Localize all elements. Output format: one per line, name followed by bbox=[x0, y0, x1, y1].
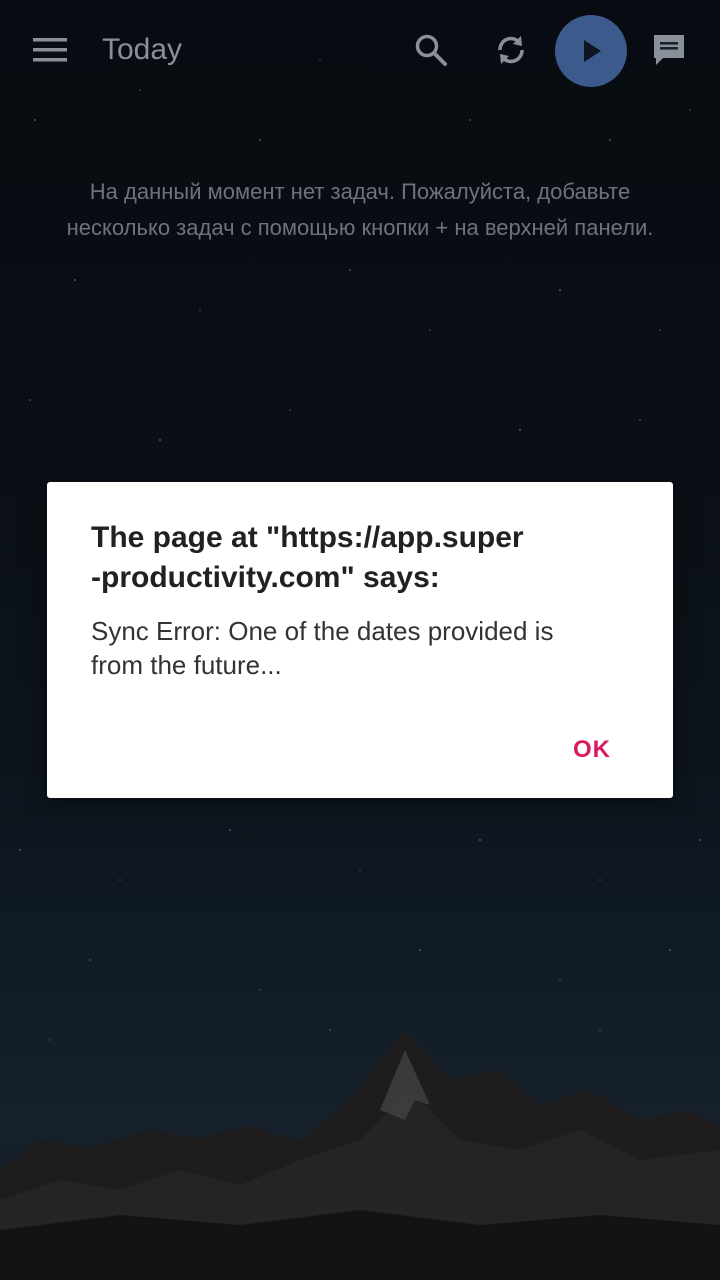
dialog-title: The page at "https://app.super -producti… bbox=[91, 518, 631, 598]
top-app-bar: Today bbox=[0, 0, 720, 100]
sync-button[interactable] bbox=[483, 22, 539, 78]
menu-icon bbox=[33, 38, 67, 62]
page-title: Today bbox=[102, 33, 183, 66]
empty-tasks-line-2: несколько задач с помощью кнопки + на ве… bbox=[66, 215, 654, 240]
play-button[interactable] bbox=[555, 15, 627, 87]
dialog-title-line-1: The page at "https://app.super bbox=[91, 521, 524, 554]
chat-icon bbox=[654, 35, 684, 65]
search-icon bbox=[415, 34, 447, 66]
dialog-title-line-2: -productivity.com" says: bbox=[91, 561, 440, 594]
empty-tasks-line-1: На данный момент нет задач. Пожалуйста, … bbox=[89, 179, 631, 204]
chat-button[interactable] bbox=[641, 22, 697, 78]
search-button[interactable] bbox=[403, 22, 459, 78]
dialog-message: Sync Error: One of the dates provided is… bbox=[91, 614, 631, 682]
alert-dialog: The page at "https://app.super -producti… bbox=[47, 482, 673, 798]
dialog-message-line-2: from the future... bbox=[91, 650, 282, 680]
sync-icon bbox=[498, 36, 524, 64]
empty-tasks-message: На данный момент нет задач. Пожалуйста, … bbox=[0, 174, 720, 246]
play-icon bbox=[584, 40, 601, 62]
ok-button[interactable]: OK bbox=[551, 728, 633, 772]
menu-button[interactable] bbox=[22, 22, 78, 78]
dialog-message-line-1: Sync Error: One of the dates provided is bbox=[91, 616, 554, 646]
